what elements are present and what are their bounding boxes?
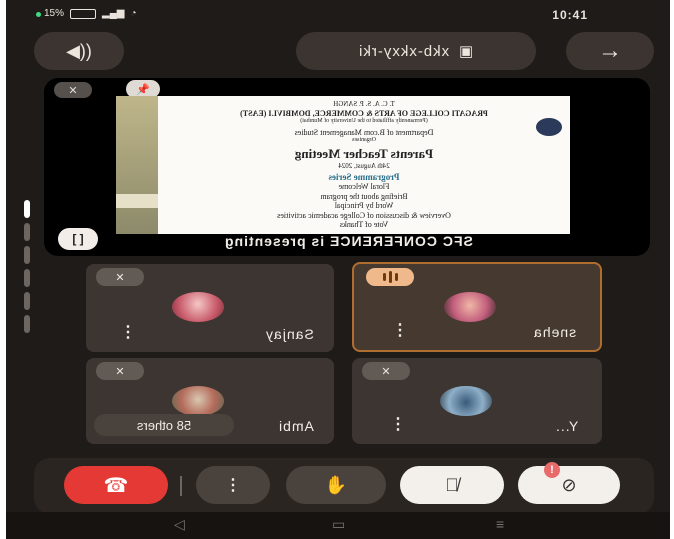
tile-scrollbar[interactable] (24, 200, 30, 340)
meet-app-window: 15% ▂▄▆ ◔ 10:41 ◀)) xkb-xkxy-rki ▣ → ✕ 📌… (6, 0, 670, 539)
more-vertical-icon[interactable]: ⋮ (390, 414, 406, 434)
participant-name: sneha (532, 324, 576, 340)
slide-item: Word by Principal (334, 201, 394, 210)
arrow-right-icon: → (598, 37, 622, 64)
slide-title: Parents Teacher Meeting (294, 146, 434, 161)
slide-item: Floral Welcome (338, 182, 390, 191)
shared-slide: T. C. A. S. P. SANGH PRAGATI COLLEGE OF … (116, 96, 570, 234)
fullscreen-button[interactable]: [ ] (58, 228, 98, 250)
more-vertical-icon[interactable]: ⋮ (120, 322, 136, 342)
raise-hand-button[interactable]: ✋ (286, 466, 386, 504)
speaking-indicator-icon (366, 268, 414, 286)
camera-toggle-button[interactable]: ⊘ (518, 466, 620, 504)
recents-nav-icon[interactable]: ≡ (496, 516, 504, 532)
slide-item: Briefing about the program (320, 191, 408, 201)
participant-tile[interactable]: ✕ 58 others Ambi (86, 358, 334, 444)
slide-organises: Organises (352, 137, 376, 143)
status-bar: 15% ▂▄▆ ◔ 10:41 (6, 0, 670, 30)
divider (180, 476, 182, 496)
calendar-icon: ▣ (458, 43, 475, 60)
mic-off-icon: ✕ (362, 362, 410, 380)
status-icons: 15% ▂▄▆ ◔ (44, 8, 137, 19)
slide-college: PRAGATI COLLEGE OF ARTS & COMMERCE, DOMB… (240, 109, 488, 118)
participant-tile[interactable]: ✕ ⋮ Y... (352, 358, 602, 444)
others-count-badge[interactable]: 58 others (94, 414, 234, 436)
phone-hangup-icon: ☎ (103, 474, 129, 497)
participant-name: Sanjay (265, 326, 314, 342)
slide-series: Programme Series (328, 172, 400, 182)
slide-item: Overview & discussion of College academi… (277, 210, 451, 220)
slide-item: Vote of Thanks (339, 220, 389, 229)
audio-output-button[interactable]: ◀)) (34, 32, 124, 70)
avatar (172, 386, 224, 416)
meeting-code-text: xkb-xkxy-rki (357, 42, 449, 60)
mic-off-icon: ✕ (96, 362, 144, 380)
speaker-icon: ◀)) (66, 40, 92, 61)
system-nav-bar: ◁ ▭ ≡ (6, 512, 670, 539)
avatar (440, 386, 492, 416)
home-nav-icon[interactable]: ▭ (332, 516, 345, 533)
raise-hand-icon: ✋ (324, 474, 348, 495)
mic-off-icon: ✕ (54, 82, 92, 98)
mic-toggle-button[interactable]: 🎙̸ (400, 466, 504, 504)
call-controls: ☎ ⋮ ✋ 🎙̸ ⊘ ! (34, 458, 654, 514)
fullscreen-icon: [ ] (72, 232, 84, 246)
more-vertical-icon[interactable]: ⋮ (392, 320, 408, 340)
wifi-icon: ◔ (130, 8, 137, 19)
slide-dept: Department of B.com Management Studies (294, 128, 434, 137)
battery-percent: 15% (44, 8, 65, 19)
back-nav-icon[interactable]: ◁ (174, 516, 185, 533)
signal-icon: ▂▄▆ (102, 8, 125, 19)
slide-affiliation: (Permanently affiliated to the Universit… (300, 118, 428, 124)
slide-org: T. C. A. S. P. SANGH (333, 100, 395, 108)
presenting-caption: SFC CONFERENCE is presenting (224, 233, 473, 249)
slide-date: 24th August, 2024 (338, 162, 390, 170)
alert-badge: ! (544, 462, 560, 478)
mic-off-icon: ✕ (96, 268, 144, 286)
notification-dot (36, 12, 41, 17)
avatar (172, 292, 224, 322)
clock: 10:41 (552, 8, 588, 22)
participant-name: Ambi (278, 418, 314, 434)
battery-icon (70, 8, 97, 19)
participant-tile-speaking[interactable]: ⋮ sneha (352, 262, 602, 352)
mic-off-icon: 🎙̸ (445, 474, 459, 495)
meeting-code-button[interactable]: xkb-xkxy-rki ▣ (296, 32, 536, 70)
more-vertical-icon: ⋮ (225, 477, 241, 494)
participant-tile[interactable]: ✕ ⋮ Sanjay (86, 264, 334, 352)
participant-name: Y... (554, 418, 578, 434)
back-button[interactable]: → (566, 32, 654, 70)
end-call-button[interactable]: ☎ (64, 466, 168, 504)
more-options-button[interactable]: ⋮ (196, 466, 270, 504)
presentation-tile[interactable]: ✕ 📌 T. C. A. S. P. SANGH PRAGATI COLLEGE… (44, 78, 650, 256)
slide-side-image (116, 96, 158, 234)
camera-off-icon: ⊘ (561, 474, 577, 495)
avatar (444, 292, 496, 322)
